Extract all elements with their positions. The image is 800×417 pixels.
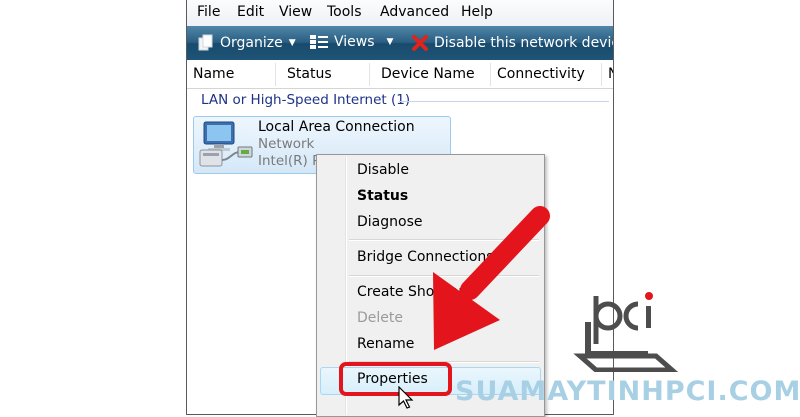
watermark-text: SUAMAYTINHPCI.COM bbox=[455, 376, 800, 407]
red-arrow-annotation bbox=[433, 206, 550, 350]
mouse-cursor-icon bbox=[398, 386, 414, 409]
pci-laptop-logo bbox=[573, 292, 679, 372]
